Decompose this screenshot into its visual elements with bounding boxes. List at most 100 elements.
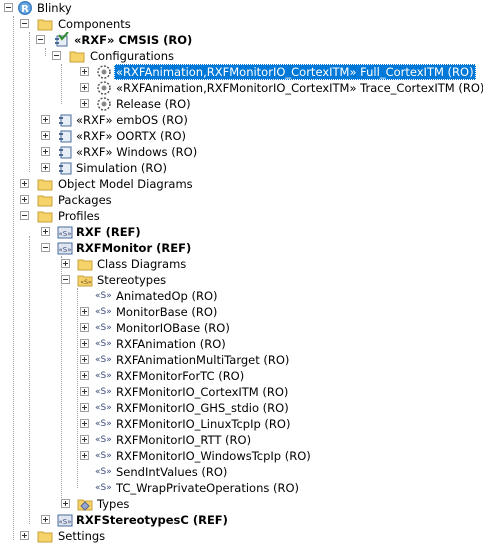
tree-row-config-trace[interactable]: «RXFAnimation,RXFMonitorIO_CortexITM» Tr…	[0, 80, 483, 96]
tree-label: RXFAnimation (RO)	[116, 337, 226, 351]
collapse-toggle-icon[interactable]	[20, 19, 29, 28]
tree-row-rxf-ref[interactable]: «S» RXF (REF)	[0, 224, 483, 240]
tree-label: Types	[97, 497, 130, 511]
tree-row-stereotype[interactable]: «S» RXFMonitorIO_CortexITM (RO)	[0, 384, 483, 400]
svg-text:R: R	[21, 4, 29, 15]
expand-toggle-icon[interactable]	[61, 499, 70, 508]
expand-toggle-icon[interactable]	[20, 179, 29, 188]
tree-row-object-model-diagrams[interactable]: Object Model Diagrams	[0, 176, 483, 192]
folder-icon	[37, 195, 53, 207]
component-icon	[59, 130, 72, 143]
collapse-toggle-icon[interactable]	[4, 3, 13, 12]
tree-row-configurations[interactable]: Configurations	[0, 48, 483, 64]
configuration-icon	[97, 81, 111, 95]
expand-toggle-icon[interactable]	[41, 115, 50, 124]
expand-toggle-icon[interactable]	[41, 147, 50, 156]
expand-toggle-icon[interactable]	[80, 99, 89, 108]
stereotype-icon: «S»	[95, 339, 112, 349]
tree-label-selected: «RXFAnimation,RXFMonitorIO_CortexITM» Fu…	[114, 64, 476, 80]
tree-row-rxf-oortx[interactable]: «RXF» OORTX (RO)	[0, 128, 483, 144]
tree-row-stereotype[interactable]: «S» MonitorIOBase (RO)	[0, 320, 483, 336]
tree-row-rxfstereotypesc-ref[interactable]: «S» RXFStereotypesC (REF)	[0, 512, 483, 528]
collapse-toggle-icon[interactable]	[61, 275, 70, 284]
collapse-toggle-icon[interactable]	[41, 243, 50, 252]
folder-icon	[37, 531, 53, 543]
collapse-toggle-icon[interactable]	[20, 211, 29, 220]
folder-icon	[37, 19, 53, 31]
expand-toggle-icon[interactable]	[80, 403, 89, 412]
tree-label: AnimatedOp (RO)	[116, 289, 218, 303]
tree-row-rxf-windows[interactable]: «RXF» Windows (RO)	[0, 144, 483, 160]
expand-toggle-icon[interactable]	[80, 67, 89, 76]
tree-row-stereotype[interactable]: «S» MonitorBase (RO)	[0, 304, 483, 320]
component-icon	[59, 162, 72, 175]
expand-toggle-icon[interactable]	[41, 131, 50, 140]
collapse-toggle-icon[interactable]	[36, 35, 45, 44]
tree-row-components[interactable]: Components	[0, 16, 483, 32]
tree-row-types[interactable]: Types	[0, 496, 483, 512]
tree-row-stereotype[interactable]: «S» RXFMonitorForTC (RO)	[0, 368, 483, 384]
tree-label: RXFMonitor (REF)	[76, 241, 192, 255]
expand-toggle-icon[interactable]	[41, 163, 50, 172]
tree-row-stereotype[interactable]: «S» AnimatedOp (RO)	[0, 288, 483, 304]
tree-row-config-release[interactable]: Release (RO)	[0, 96, 483, 112]
expand-toggle-icon[interactable]	[80, 435, 89, 444]
tree-label: Settings	[58, 529, 106, 543]
expand-toggle-icon[interactable]	[80, 419, 89, 428]
expand-toggle-icon[interactable]	[20, 531, 29, 540]
tree-label: RXFMonitorForTC (RO)	[116, 369, 245, 383]
tree-row-stereotype[interactable]: «S» SendIntValues (RO)	[0, 464, 483, 480]
expand-toggle-icon[interactable]	[80, 307, 89, 316]
tree-row-stereotype[interactable]: «S» TC_WrapPrivateOperations (RO)	[0, 480, 483, 496]
tree-label: RXFAnimationMultiTarget (RO)	[116, 353, 290, 367]
component-icon	[55, 32, 69, 47]
stereotype-icon: «S»	[95, 419, 112, 429]
configuration-icon	[97, 65, 111, 79]
stereotype-icon: «S»	[95, 371, 112, 381]
model-browser-tree: R Blinky Components «RXF» CMSIS (RO) Con…	[0, 0, 483, 552]
expand-toggle-icon[interactable]	[80, 387, 89, 396]
tree-label: Simulation (RO)	[76, 161, 167, 175]
stereotype-icon: «S»	[95, 307, 112, 317]
expand-toggle-icon[interactable]	[41, 227, 50, 236]
collapse-toggle-icon[interactable]	[52, 51, 61, 60]
expand-toggle-icon[interactable]	[80, 83, 89, 92]
tree-row-stereotype[interactable]: «S» RXFMonitorIO_RTT (RO)	[0, 432, 483, 448]
tree-row-blinky[interactable]: R Blinky	[0, 0, 483, 16]
tree-label: TC_WrapPrivateOperations (RO)	[116, 481, 300, 495]
expand-toggle-icon[interactable]	[80, 371, 89, 380]
expand-toggle-icon[interactable]	[20, 195, 29, 204]
expand-toggle-icon[interactable]	[41, 515, 50, 524]
tree-row-packages[interactable]: Packages	[0, 192, 483, 208]
tree-row-stereotype[interactable]: «S» RXFAnimationMultiTarget (RO)	[0, 352, 483, 368]
tree-row-stereotype[interactable]: «S» RXFMonitorIO_GHS_stdio (RO)	[0, 400, 483, 416]
tree-row-stereotype[interactable]: «S» RXFMonitorIO_LinuxTcpIp (RO)	[0, 416, 483, 432]
tree-label: RXFMonitorIO_LinuxTcpIp (RO)	[116, 417, 291, 431]
expand-toggle-icon[interactable]	[61, 259, 70, 268]
tree-row-profiles[interactable]: Profiles	[0, 208, 483, 224]
tree-label: SendIntValues (RO)	[116, 465, 228, 479]
expand-toggle-icon[interactable]	[80, 355, 89, 364]
tree-label: «RXF» CMSIS (RO)	[74, 33, 193, 47]
tree-label: «RXFAnimation,RXFMonitorIO_CortexITM» Tr…	[116, 81, 483, 95]
svg-text:«S»: «S»	[80, 279, 91, 286]
types-folder-icon	[77, 499, 93, 511]
expand-toggle-icon[interactable]	[80, 323, 89, 332]
tree-row-simulation[interactable]: Simulation (RO)	[0, 160, 483, 176]
tree-row-stereotype[interactable]: «S» RXFAnimation (RO)	[0, 336, 483, 352]
tree-row-rxfmonitor-ref[interactable]: «S» RXFMonitor (REF)	[0, 240, 483, 256]
folder-icon	[77, 259, 93, 271]
tree-label: «RXF» Windows (RO)	[76, 145, 198, 159]
tree-row-stereotype[interactable]: «S» RXFMonitorIO_WindowsTcpIp (RO)	[0, 448, 483, 464]
tree-row-stereotypes[interactable]: «S» Stereotypes	[0, 272, 483, 288]
tree-row-rxf-cmsis[interactable]: «RXF» CMSIS (RO)	[0, 32, 483, 48]
folder-icon	[37, 211, 53, 223]
tree-row-rxf-embos[interactable]: «RXF» embOS (RO)	[0, 112, 483, 128]
expand-toggle-icon[interactable]	[80, 451, 89, 460]
expand-toggle-icon[interactable]	[80, 339, 89, 348]
stereotype-icon: «S»	[95, 467, 112, 477]
tree-row-config-full[interactable]: «RXFAnimation,RXFMonitorIO_CortexITM» Fu…	[0, 64, 483, 80]
tree-row-class-diagrams[interactable]: Class Diagrams	[0, 256, 483, 272]
stereotype-folder-icon: «S»	[77, 275, 93, 287]
tree-row-settings[interactable]: Settings	[0, 528, 483, 544]
